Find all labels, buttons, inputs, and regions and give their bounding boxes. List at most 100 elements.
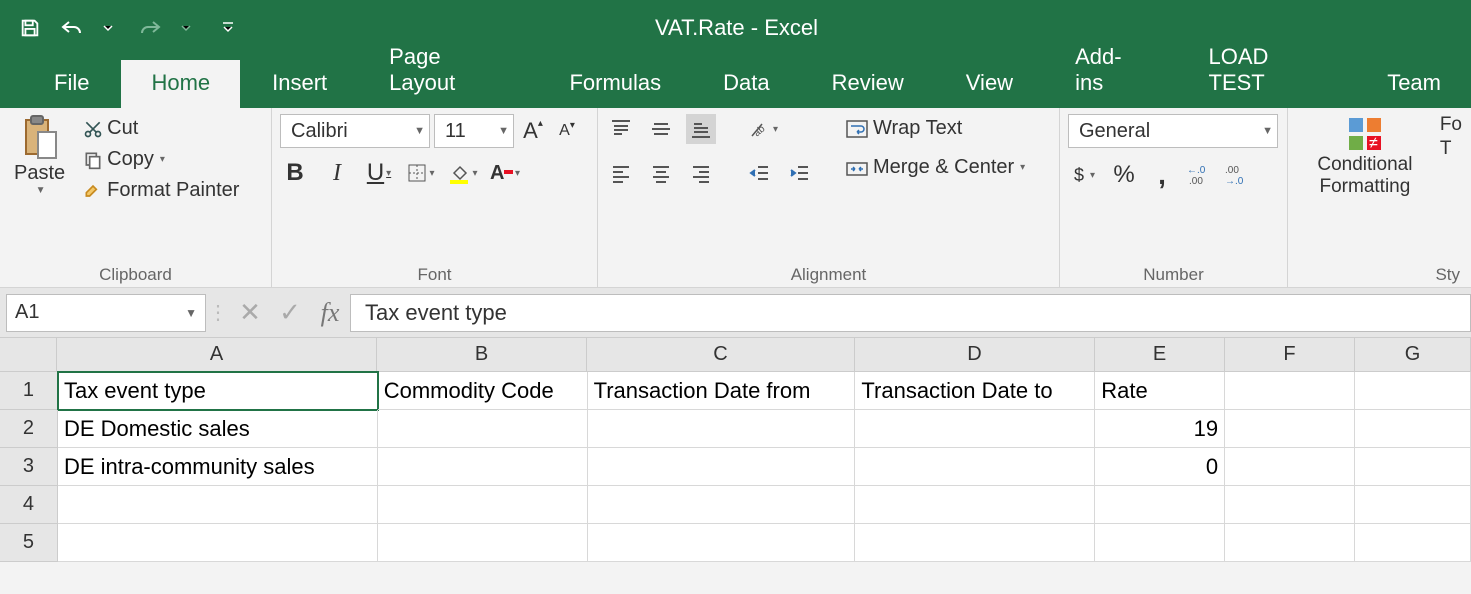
number-format-combo[interactable]: General▼ <box>1068 114 1278 148</box>
accept-formula-icon[interactable]: ✓ <box>270 297 310 328</box>
align-left-icon[interactable] <box>606 158 636 188</box>
undo-icon[interactable] <box>60 16 84 40</box>
percent-format-button[interactable]: % <box>1109 160 1139 190</box>
align-middle-icon[interactable] <box>646 114 676 144</box>
borders-button[interactable]: ▾ <box>406 158 436 188</box>
cell-C1[interactable]: Transaction Date from <box>588 372 856 410</box>
cell-G3[interactable] <box>1355 448 1471 486</box>
cell-E1[interactable]: Rate <box>1095 372 1225 410</box>
comma-format-button[interactable]: , <box>1147 160 1177 190</box>
cell-F1[interactable] <box>1225 372 1355 410</box>
tab-insert[interactable]: Insert <box>242 60 357 108</box>
column-header-G[interactable]: G <box>1355 338 1471 372</box>
tab-add-ins[interactable]: Add-ins <box>1045 34 1176 108</box>
underline-button[interactable]: U▾ <box>364 158 394 188</box>
cell-C3[interactable] <box>588 448 856 486</box>
cell-F5[interactable] <box>1225 524 1355 562</box>
tab-home[interactable]: Home <box>121 60 240 108</box>
cell-G4[interactable] <box>1355 486 1471 524</box>
tab-load-test[interactable]: LOAD TEST <box>1179 34 1356 108</box>
tab-page-layout[interactable]: Page Layout <box>359 34 537 108</box>
cell-C5[interactable] <box>588 524 856 562</box>
cell-F4[interactable] <box>1225 486 1355 524</box>
cell-D4[interactable] <box>855 486 1095 524</box>
wrap-text-button[interactable]: Wrap Text <box>839 114 1031 143</box>
format-as-table-partial2[interactable]: T <box>1440 138 1462 160</box>
align-center-icon[interactable] <box>646 158 676 188</box>
row-header-3[interactable]: 3 <box>0 448 58 486</box>
cell-F3[interactable] <box>1225 448 1355 486</box>
cell-G2[interactable] <box>1355 410 1471 448</box>
select-all-corner[interactable] <box>0 338 57 372</box>
cell-F2[interactable] <box>1225 410 1355 448</box>
cell-E3[interactable]: 0 <box>1095 448 1225 486</box>
font-size-combo[interactable]: 11▼ <box>434 114 514 148</box>
fill-color-button[interactable]: ▾ <box>448 158 478 188</box>
decrease-font-icon[interactable]: A▾ <box>552 116 582 146</box>
cell-B3[interactable] <box>378 448 588 486</box>
cut-button[interactable]: Cut <box>77 114 245 143</box>
formula-input[interactable]: Tax event type <box>350 294 1471 332</box>
row-header-2[interactable]: 2 <box>0 410 58 448</box>
font-name-combo[interactable]: Calibri▼ <box>280 114 430 148</box>
cancel-formula-icon[interactable]: ✕ <box>230 297 270 328</box>
save-icon[interactable] <box>18 16 42 40</box>
column-header-A[interactable]: A <box>57 338 377 372</box>
align-top-icon[interactable] <box>606 114 636 144</box>
italic-button[interactable]: I <box>322 158 352 188</box>
row-header-4[interactable]: 4 <box>0 486 58 524</box>
cell-A5[interactable] <box>58 524 378 562</box>
cell-B1[interactable]: Commodity Code <box>378 372 588 410</box>
cell-A4[interactable] <box>58 486 378 524</box>
row-header-5[interactable]: 5 <box>0 524 58 562</box>
copy-button[interactable]: Copy ▾ <box>77 145 245 174</box>
tab-file[interactable]: File <box>24 60 119 108</box>
cell-C2[interactable] <box>588 410 856 448</box>
qat-customize-icon[interactable] <box>216 16 240 40</box>
merge-center-button[interactable]: Merge & Center ▾ <box>839 153 1031 182</box>
fx-icon[interactable]: fx <box>310 298 350 328</box>
font-color-button[interactable]: A▾ <box>490 158 520 188</box>
cell-D5[interactable] <box>855 524 1095 562</box>
align-right-icon[interactable] <box>686 158 716 188</box>
decrease-indent-icon[interactable] <box>744 158 774 188</box>
column-header-C[interactable]: C <box>587 338 855 372</box>
cell-A1[interactable]: Tax event type <box>58 372 378 410</box>
cell-B4[interactable] <box>378 486 588 524</box>
cell-E4[interactable] <box>1095 486 1225 524</box>
align-bottom-icon[interactable] <box>686 114 716 144</box>
tab-review[interactable]: Review <box>802 60 934 108</box>
column-header-D[interactable]: D <box>855 338 1095 372</box>
cell-G1[interactable] <box>1355 372 1471 410</box>
conditional-formatting-button[interactable]: ≠ Conditional Formatting <box>1296 114 1434 202</box>
cell-D1[interactable]: Transaction Date to <box>855 372 1095 410</box>
cell-E5[interactable] <box>1095 524 1225 562</box>
cell-B2[interactable] <box>378 410 588 448</box>
redo-icon[interactable] <box>138 16 162 40</box>
tab-team[interactable]: Team <box>1357 60 1471 108</box>
cell-D3[interactable] <box>855 448 1095 486</box>
bold-button[interactable]: B <box>280 158 310 188</box>
cell-B5[interactable] <box>378 524 588 562</box>
cell-D2[interactable] <box>855 410 1095 448</box>
format-as-table-partial[interactable]: Fo <box>1440 114 1462 136</box>
orientation-icon[interactable]: ab▾ <box>748 114 778 144</box>
cell-C4[interactable] <box>588 486 856 524</box>
tab-data[interactable]: Data <box>693 60 799 108</box>
tab-view[interactable]: View <box>936 60 1043 108</box>
redo-dropdown-icon[interactable] <box>174 16 198 40</box>
paste-button[interactable]: Paste ▼ <box>8 114 71 200</box>
cell-A3[interactable]: DE intra-community sales <box>58 448 378 486</box>
accounting-format-button[interactable]: $▾ <box>1068 162 1101 189</box>
increase-indent-icon[interactable] <box>784 158 814 188</box>
column-header-B[interactable]: B <box>377 338 587 372</box>
cell-E2[interactable]: 19 <box>1095 410 1225 448</box>
column-header-E[interactable]: E <box>1095 338 1225 372</box>
increase-decimal-button[interactable]: ←.0.00 <box>1185 160 1215 190</box>
format-painter-button[interactable]: Format Painter <box>77 176 245 205</box>
row-header-1[interactable]: 1 <box>0 372 58 410</box>
column-header-F[interactable]: F <box>1225 338 1355 372</box>
tab-formulas[interactable]: Formulas <box>539 60 691 108</box>
increase-font-icon[interactable]: A▴ <box>518 116 548 146</box>
decrease-decimal-button[interactable]: .00→.0 <box>1223 160 1253 190</box>
